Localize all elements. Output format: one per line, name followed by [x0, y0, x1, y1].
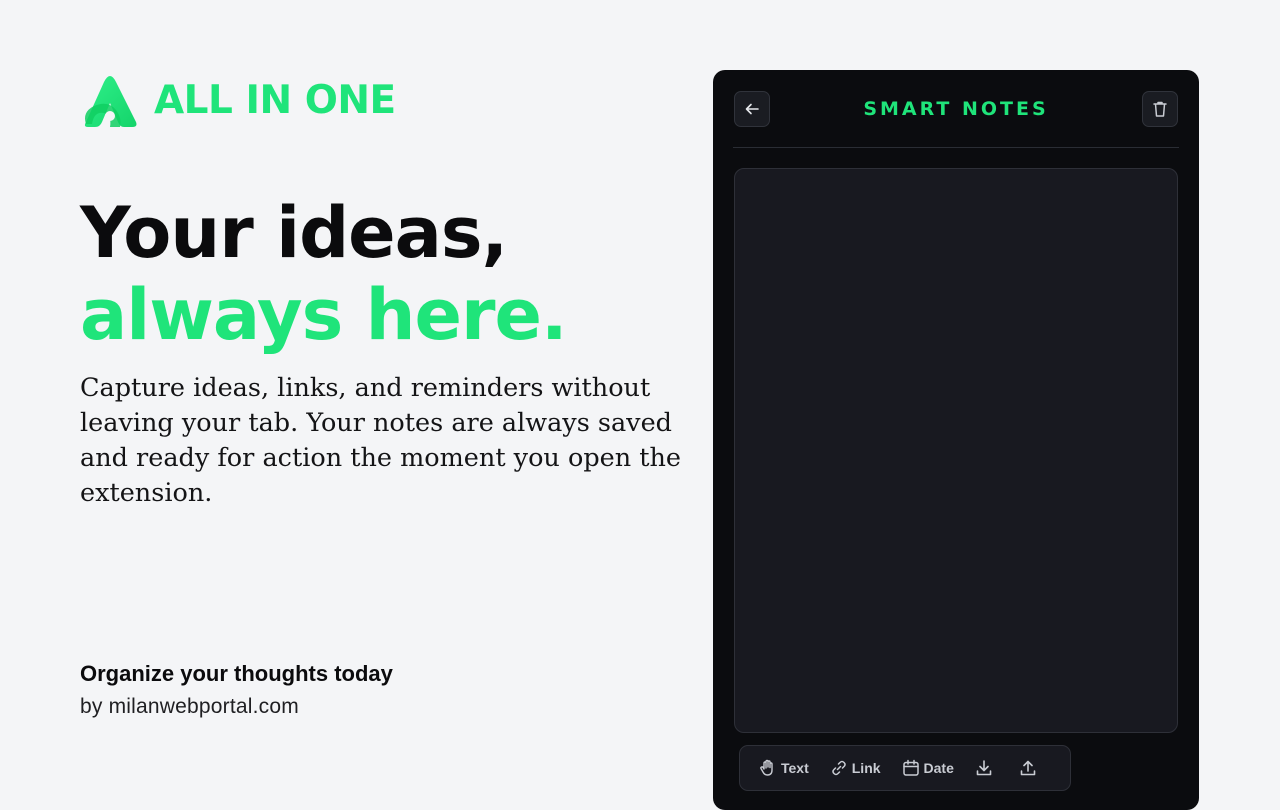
insert-link-button[interactable]: Link — [823, 753, 887, 783]
download-button[interactable] — [968, 753, 1000, 783]
smart-notes-panel: SMART NOTES Text Link Date — [713, 70, 1199, 810]
brand: ALL IN ONE — [80, 72, 396, 128]
header-divider — [733, 147, 1179, 148]
upload-icon — [1020, 760, 1036, 776]
trash-icon — [1153, 101, 1167, 117]
brand-a-logo — [84, 76, 137, 127]
headline-line-2: always here. — [80, 274, 568, 356]
date-label: Date — [923, 760, 954, 776]
upload-button[interactable] — [1012, 753, 1044, 783]
insert-date-button[interactable]: Date — [895, 753, 960, 783]
text-label: Text — [781, 760, 809, 776]
download-icon — [976, 760, 992, 776]
panel-title: SMART NOTES — [863, 98, 1049, 120]
byline: by milanwebportal.com — [80, 695, 299, 718]
link-icon — [832, 760, 846, 776]
insert-text-button[interactable]: Text — [752, 753, 815, 783]
note-toolbar: Text Link Date — [739, 745, 1071, 791]
calendar-icon — [902, 759, 919, 776]
note-editor[interactable] — [734, 168, 1178, 733]
link-label: Link — [851, 760, 881, 776]
headline-line-1: Your ideas, — [80, 192, 508, 274]
hand-icon — [760, 759, 773, 776]
brand-name: ALL IN ONE — [154, 77, 396, 123]
description: Capture ideas, links, and reminders with… — [80, 373, 682, 508]
headline: Your ideas, always here. — [80, 192, 568, 356]
tagline: Organize your thoughts today — [80, 661, 393, 686]
delete-button[interactable] — [1142, 91, 1178, 127]
